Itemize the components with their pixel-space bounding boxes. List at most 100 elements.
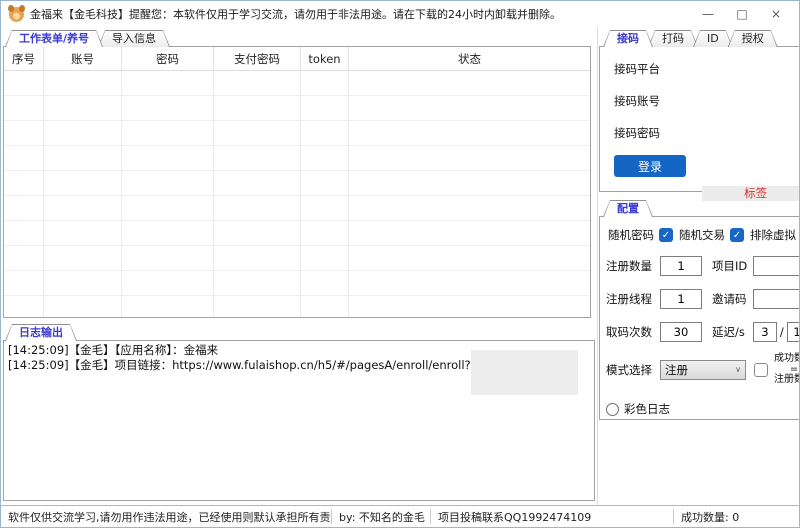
log-output-area[interactable]: [14:25:09]【金毛】【应用名称】：金福来 [14:25:09]【金毛】项… bbox=[3, 340, 595, 501]
column-header-password[interactable]: 密码 bbox=[122, 47, 214, 71]
table-cell bbox=[44, 96, 122, 121]
table-row[interactable] bbox=[4, 296, 590, 317]
app-logo-dog-icon bbox=[8, 4, 25, 22]
table-cell bbox=[301, 221, 349, 246]
table-cell bbox=[4, 246, 44, 271]
table-row[interactable] bbox=[4, 221, 590, 246]
color-log-radio[interactable] bbox=[606, 402, 619, 416]
log-tabbar: 日志输出 bbox=[1, 324, 597, 341]
project-id-input[interactable] bbox=[753, 256, 799, 276]
worksheet-tabbar: 工作表单/养号 导入信息 bbox=[1, 30, 597, 47]
table-row[interactable] bbox=[4, 246, 590, 271]
maximize-button[interactable]: □ bbox=[725, 1, 759, 27]
table-header-row: 序号 账号 密码 支付密码 token 状态 bbox=[4, 47, 590, 71]
table-cell bbox=[214, 246, 301, 271]
login-button[interactable]: 登录 bbox=[614, 155, 686, 177]
column-header-token[interactable]: token bbox=[301, 47, 349, 71]
tab-import-info-label: 导入信息 bbox=[99, 31, 169, 47]
table-cell bbox=[44, 221, 122, 246]
tab-log-output-label: 日志输出 bbox=[6, 325, 76, 341]
table-cell bbox=[4, 196, 44, 221]
table-cell bbox=[349, 196, 590, 221]
table-row[interactable] bbox=[4, 96, 590, 121]
table-row[interactable] bbox=[4, 146, 590, 171]
title-bar: 金福来【金毛科技】提醒您：本软件仅用于学习交流，请勿用于非法用途。请在下载的24… bbox=[1, 1, 799, 27]
table-row[interactable] bbox=[4, 271, 590, 296]
table-cell bbox=[301, 296, 349, 317]
table-row[interactable] bbox=[4, 196, 590, 221]
chevron-down-icon: ∨ bbox=[735, 365, 741, 375]
invite-code-label: 邀请码 bbox=[712, 292, 747, 306]
column-header-index[interactable]: 序号 bbox=[4, 47, 44, 71]
table-cell bbox=[44, 146, 122, 171]
table-cell bbox=[4, 271, 44, 296]
register-thread-label: 注册线程 bbox=[606, 292, 652, 306]
table-cell bbox=[349, 246, 590, 271]
table-cell bbox=[301, 246, 349, 271]
tag-label[interactable]: 标签 bbox=[701, 186, 799, 201]
table-row[interactable] bbox=[4, 71, 590, 96]
table-cell bbox=[122, 121, 214, 146]
window-title: 金福来【金毛科技】提醒您：本软件仅用于学习交流，请勿用于非法用途。请在下载的24… bbox=[30, 8, 561, 21]
tab-config[interactable]: 配置 bbox=[603, 200, 653, 217]
table-cell bbox=[122, 271, 214, 296]
delay-max-input[interactable] bbox=[786, 322, 799, 342]
random-trade-label: 随机交易 bbox=[679, 228, 725, 242]
fetch-count-label: 取码次数 bbox=[606, 325, 652, 339]
minimize-button[interactable]: — bbox=[691, 1, 725, 27]
register-count-label: 注册数量 bbox=[606, 259, 652, 273]
table-cell bbox=[349, 171, 590, 196]
tab-authorization[interactable]: 授权 bbox=[728, 30, 778, 47]
sms-password-label: 接码密码 bbox=[614, 126, 660, 140]
table-row[interactable] bbox=[4, 121, 590, 146]
table-cell bbox=[4, 96, 44, 121]
app-window: 金福来【金毛科技】提醒您：本软件仅用于学习交流，请勿用于非法用途。请在下载的24… bbox=[0, 0, 800, 528]
table-cell bbox=[122, 71, 214, 96]
table-cell bbox=[4, 146, 44, 171]
success-equals-checkbox[interactable] bbox=[754, 362, 768, 377]
table-cell bbox=[4, 171, 44, 196]
table-cell bbox=[44, 196, 122, 221]
mode-select-label: 模式选择 bbox=[606, 362, 652, 377]
delay-min-input[interactable] bbox=[752, 322, 777, 342]
table-cell bbox=[122, 296, 214, 317]
table-cell bbox=[214, 221, 301, 246]
table-cell bbox=[214, 146, 301, 171]
column-header-account[interactable]: 账号 bbox=[44, 47, 122, 71]
table-cell bbox=[214, 96, 301, 121]
table-cell bbox=[349, 121, 590, 146]
table-cell bbox=[214, 296, 301, 317]
platform-label: 接码平台 bbox=[614, 62, 660, 76]
column-header-pay-password[interactable]: 支付密码 bbox=[214, 47, 301, 71]
tab-sms-code[interactable]: 接码 bbox=[603, 30, 653, 47]
tab-worksheet-label: 工作表单/养号 bbox=[6, 31, 102, 47]
tab-captcha[interactable]: 打码 bbox=[648, 30, 698, 47]
status-contact: 项目投稿联系QQ1992474109 bbox=[438, 510, 592, 524]
table-cell bbox=[44, 271, 122, 296]
register-thread-input[interactable] bbox=[660, 289, 702, 309]
tab-log-output[interactable]: 日志输出 bbox=[5, 324, 77, 341]
tab-worksheet[interactable]: 工作表单/养号 bbox=[5, 30, 103, 47]
fetch-count-input[interactable] bbox=[660, 322, 702, 342]
close-button[interactable]: × bbox=[759, 1, 793, 27]
random-trade-checkbox[interactable]: ✓ bbox=[730, 228, 744, 242]
table-cell bbox=[122, 246, 214, 271]
register-count-input[interactable] bbox=[660, 256, 702, 276]
random-password-checkbox[interactable]: ✓ bbox=[659, 228, 673, 242]
table-cell bbox=[301, 271, 349, 296]
config-panel: 随机密码 ✓ 随机交易 ✓ 排除虚拟 ✓ 注册数量 项目ID 注 bbox=[599, 216, 799, 420]
table-cell bbox=[4, 296, 44, 317]
table-cell bbox=[44, 171, 122, 196]
table-cell bbox=[349, 296, 590, 317]
invite-code-input[interactable] bbox=[752, 289, 799, 309]
table-cell bbox=[122, 146, 214, 171]
mode-dropdown[interactable]: 注册 ∨ bbox=[660, 359, 746, 380]
table-cell bbox=[44, 296, 122, 317]
success-equals-note: 成功数量 = 注册数量 bbox=[774, 353, 799, 385]
delay-label: 延迟/s bbox=[712, 325, 745, 339]
tab-id[interactable]: ID bbox=[693, 30, 733, 47]
table-cell bbox=[4, 121, 44, 146]
column-header-status[interactable]: 状态 bbox=[349, 47, 590, 71]
table-row[interactable] bbox=[4, 171, 590, 196]
tab-import-info[interactable]: 导入信息 bbox=[98, 30, 170, 47]
